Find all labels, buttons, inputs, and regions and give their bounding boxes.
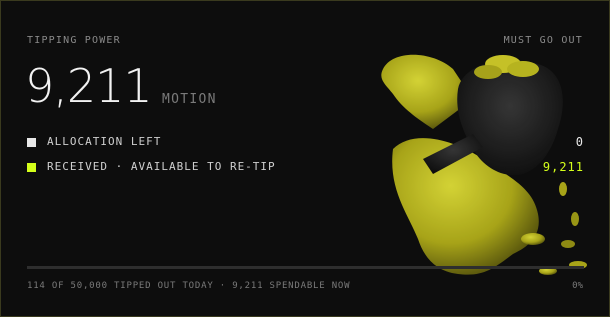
tipped-summary: 114 OF 50,000 TIPPED OUT TODAY · 9,211 S…	[27, 281, 351, 291]
received-value: 9,211	[542, 160, 584, 174]
balance-unit: MOTION	[162, 92, 217, 107]
must-go-out-note: MUST GO OUT	[503, 35, 583, 46]
progress-percent: 0%	[572, 281, 583, 291]
received-row: RECEIVED · AVAILABLE TO RE-TIP 9,211	[27, 160, 584, 176]
received-swatch	[27, 163, 36, 172]
allocation-left-label: ALLOCATION LEFT	[47, 135, 162, 148]
tipping-power-card: TIPPING POWER MUST GO OUT 9,211 MOTION A…	[0, 0, 610, 317]
allocation-left-value: 0	[575, 135, 584, 149]
section-title: TIPPING POWER	[27, 35, 121, 46]
allocation-swatch	[27, 138, 36, 147]
tipped-progress-bar	[27, 266, 584, 269]
allocation-left-row: ALLOCATION LEFT 0	[27, 135, 584, 151]
balance-amount: 9,211	[25, 59, 153, 113]
received-label: RECEIVED · AVAILABLE TO RE-TIP	[47, 160, 276, 173]
